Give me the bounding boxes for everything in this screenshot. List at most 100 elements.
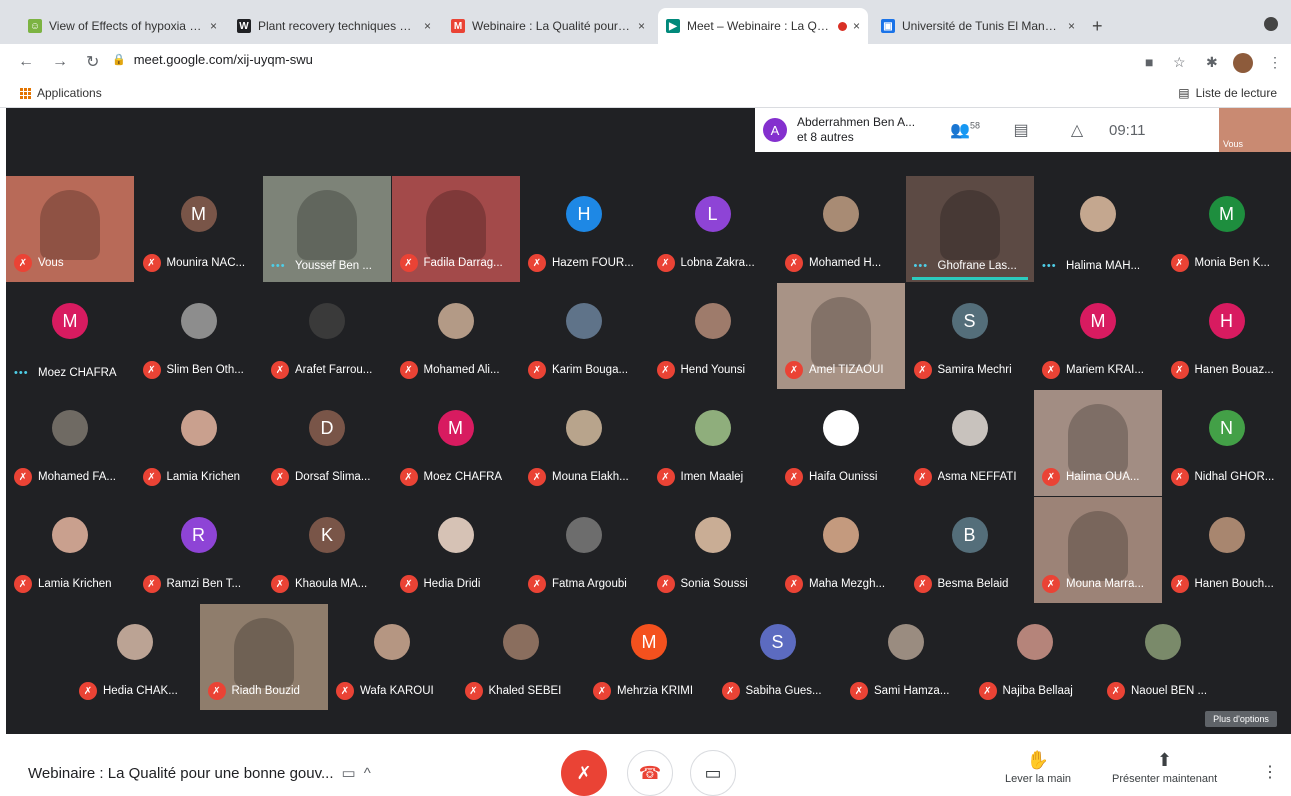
participant-tile[interactable]: ✗ Hanen Bouch... [1163,497,1291,603]
participants-button[interactable]: 👥58 [937,120,993,140]
more-options-icon[interactable]: ⋮ [1262,762,1278,782]
participant-name: Hedia CHAK... [103,685,178,697]
browser-tab[interactable]: W Plant recovery techniques do… × [229,8,439,44]
participant-tile[interactable]: H ✗ Hanen Bouaz... [1163,283,1291,389]
participant-tile[interactable]: M ✗ Mehrzia KRIMI [585,604,713,710]
participant-tile[interactable]: ✗ Mohamed Ali... [392,283,520,389]
participant-tile[interactable]: B ✗ Besma Belaid [906,497,1034,603]
extensions-icon[interactable]: ✱ [1206,54,1218,71]
address-bar: ← → ↻ 🔒 meet.google.com/xij-uyqm-swu ■ ☆… [0,44,1291,80]
participant-tile[interactable]: S ✗ Sabiha Gues... [714,604,842,710]
participant-tile[interactable]: ✗ Maha Mezgh... [777,497,905,603]
apps-shortcut[interactable]: Applications [20,86,102,100]
participant-photo [502,624,539,660]
participant-name-row: ✗ Moez CHAFRA [399,468,514,486]
reading-list-button[interactable]: ▤ Liste de lecture [1178,86,1277,100]
raise-hand-button[interactable]: ✋ Lever la main [1005,750,1071,785]
forward-icon[interactable]: → [52,53,68,71]
participant-tile[interactable]: M ✗ Mariem KRAI... [1034,283,1162,389]
participant-tile[interactable]: M ✗ Moez CHAFRA [392,390,520,496]
participant-photo [1080,196,1116,232]
browser-tab[interactable]: ▣ Université de Tunis El Manar – × [873,8,1083,44]
browser-tab[interactable]: ☺ View of Effects of hypoxia on … × [20,8,225,44]
participant-tile[interactable]: ✗ Sonia Soussi [649,497,777,603]
browser-tab[interactable]: ▶ Meet – Webinaire : La Qual × [658,8,868,44]
participant-avatar: L [694,196,731,232]
participant-tile[interactable]: ✗ Naouel BEN ... [1099,604,1227,710]
meeting-details[interactable]: Webinaire : La Qualité pour une bonne go… [28,764,371,783]
participant-tile[interactable]: ✗ Fatma Argoubi [520,497,648,603]
participant-tile[interactable]: ✗ Slim Ben Oth... [135,283,263,389]
participant-tile[interactable]: ✗ Halima OUA... [1034,390,1162,496]
participant-tile[interactable]: ✗ Sami Hamza... [842,604,970,710]
close-tab-icon[interactable]: × [424,19,431,33]
participant-tile[interactable]: ✗ Amel TIZAOUI [777,283,905,389]
participant-tile[interactable]: ••• Halima MAH... [1034,176,1162,282]
participant-tile[interactable]: ✗ Arafet Farrou... [263,283,391,389]
participant-video-figure [939,190,1000,260]
close-tab-icon[interactable]: × [853,19,860,33]
participant-tile[interactable]: ✗ Mohamed H... [777,176,905,282]
participant-tile[interactable]: M ••• Moez CHAFRA [6,283,134,389]
participant-tile[interactable]: ✗ Mouna Elakh... [520,390,648,496]
participant-tile[interactable]: ••• Ghofrane Las... [905,176,1034,282]
participant-name-row: ✗ Monia Ben K... [1170,254,1285,272]
participant-photo [180,410,217,446]
tab-search-icon[interactable] [1264,17,1278,31]
close-tab-icon[interactable]: × [638,19,645,33]
activities-button[interactable]: △ [1049,120,1105,140]
participant-tile[interactable]: ✗ Mouna Marra... [1034,497,1162,603]
participant-tile[interactable]: ✗ Hedia CHAK... [71,604,199,710]
participant-tile[interactable]: D ✗ Dorsaf Slima... [263,390,391,496]
new-tab-button[interactable]: + [1092,16,1103,37]
self-preview[interactable]: Vous [1219,108,1291,152]
present-now-button[interactable]: ⬆ Présenter maintenant [1112,750,1217,785]
participant-name: Monia Ben K... [1194,257,1270,269]
profile-avatar[interactable] [1233,53,1253,73]
participant-tile[interactable]: ✗ Imen Maalej [649,390,777,496]
leave-call-button[interactable]: ☎ [627,750,673,796]
participant-tile[interactable]: ✗ Hend Younsi [649,283,777,389]
browser-menu-icon[interactable]: ⋮ [1268,54,1282,71]
participant-tile[interactable]: L ✗ Lobna Zakra... [649,176,777,282]
participant-tile[interactable]: ✗ Asma NEFFATI [906,390,1034,496]
participant-tile[interactable]: S ✗ Samira Mechri [906,283,1034,389]
reload-icon[interactable]: ↻ [86,52,99,72]
mic-off-icon: ✗ [528,254,546,272]
participant-tile[interactable]: ✗ Khaled SEBEI [457,604,585,710]
participant-avatar: R [180,517,217,553]
participant-tile[interactable]: M ✗ Mounira NAC... [135,176,263,282]
participant-tile[interactable]: ✗ Wafa KAROUI [328,604,456,710]
participant-tile[interactable]: ✗ Lamia Krichen [135,390,263,496]
participant-tile[interactable]: ✗ Haifa Ounissi [777,390,905,496]
browser-tab[interactable]: M Webinaire : La Qualité pour un… × [443,8,653,44]
participant-tile[interactable]: N ✗ Nidhal GHOR... [1163,390,1291,496]
participant-name: Sami Hamza... [874,685,950,697]
participant-tile[interactable]: ✗ Hedia Dridi [392,497,520,603]
participant-tile[interactable]: ✗ Karim Bouga... [520,283,648,389]
star-icon[interactable]: ☆ [1173,54,1186,71]
url-field[interactable]: 🔒 meet.google.com/xij-uyqm-swu [112,52,313,67]
participant-name: Nidhal GHOR... [1194,471,1275,483]
participant-tile[interactable]: R ✗ Ramzi Ben T... [135,497,263,603]
participant-tile[interactable]: ✗ Mohamed FA... [6,390,134,496]
presenter-names[interactable]: Abderrahmen Ben A... et 8 autres [797,115,937,145]
participant-tile[interactable]: ••• Youssef Ben ... [263,176,391,282]
participant-tile[interactable]: ✗ Riadh Bouzid [199,604,328,710]
mic-off-icon: ✗ [913,575,932,593]
chat-button[interactable]: ▤ [993,120,1049,140]
participant-name: Arafet Farrou... [295,364,373,376]
participant-tile[interactable]: ✗ Lamia Krichen [6,497,134,603]
camera-toggle-button[interactable]: ▭ [690,750,736,796]
participant-tile[interactable]: H ✗ Hazem FOUR... [520,176,648,282]
close-tab-icon[interactable]: × [210,19,217,33]
participant-tile[interactable]: K ✗ Khaoula MA... [263,497,391,603]
back-icon[interactable]: ← [18,53,34,71]
participant-tile[interactable]: M ✗ Monia Ben K... [1163,176,1291,282]
participant-tile[interactable]: ✗ Najiba Bellaaj [971,604,1099,710]
camera-icon[interactable]: ■ [1145,54,1153,70]
close-tab-icon[interactable]: × [1068,19,1075,33]
participant-tile[interactable]: ✗ Fadila Darrag... [391,176,520,282]
mic-toggle-button[interactable]: ✗ [561,750,607,796]
participant-tile[interactable]: ✗ Vous [6,176,134,282]
